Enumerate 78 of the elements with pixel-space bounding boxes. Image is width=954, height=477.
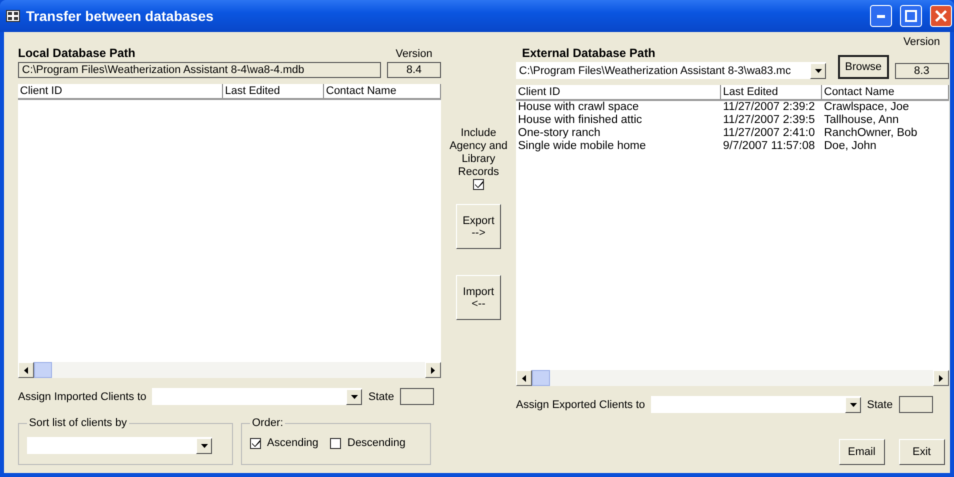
table-cell-text: 11/27/2007 2:41:0: [722, 127, 816, 140]
path-text: C:\Program Files\Weatherization Assistant 8-3\wa83.mc: [519, 64, 792, 76]
client-list[interactable]: Client ID Last Edited Contact Name: [18, 84, 441, 362]
version-field: 8.3: [894, 62, 949, 78]
state-label: State: [368, 390, 394, 402]
group-legend: Sort list of clients by: [27, 417, 129, 429]
table-cell-text: Doe, John: [823, 140, 878, 153]
scroll-left-button[interactable]: [516, 370, 532, 386]
dropdown-button[interactable]: [810, 62, 826, 78]
minimize-button[interactable]: [870, 5, 892, 27]
minimize-icon: [877, 14, 885, 18]
assign-label: Assign Imported Clients to: [18, 390, 146, 402]
dropdown-arrow-icon: [850, 402, 857, 406]
client-list[interactable]: [516, 85, 949, 370]
dropdown-button[interactable]: [845, 396, 862, 412]
assign-label: Assign Exported Clients to: [516, 398, 646, 410]
table-cell-text: Crawlspace, Joe: [823, 101, 910, 114]
table-cell-text: One-story ranch: [517, 127, 602, 140]
checkbox[interactable]: [330, 438, 342, 448]
version-label: Version: [902, 36, 942, 48]
checkmark-icon: [252, 440, 260, 446]
horizontal-scrollbar[interactable]: [18, 362, 441, 378]
state-label: State: [867, 398, 893, 410]
table-cell-text: RanchOwner, Bob: [823, 127, 918, 140]
group-legend: Order:: [250, 417, 286, 429]
form-icon: [6, 10, 20, 22]
import-button[interactable]: Import <--: [456, 275, 501, 320]
close-icon: [935, 10, 947, 22]
left-arrow-icon: [23, 366, 29, 374]
version-label: Version: [394, 48, 434, 60]
column-header[interactable]: Last Edited: [223, 84, 324, 98]
version-field: 8.4: [387, 62, 441, 78]
window-title: Transfer between databases: [26, 8, 215, 24]
scroll-thumb[interactable]: [34, 362, 52, 378]
close-button[interactable]: [930, 5, 952, 27]
scroll-right-button[interactable]: [932, 370, 949, 386]
scroll-left-button[interactable]: [18, 362, 34, 378]
table-cell-text: House with finished attic: [517, 114, 644, 127]
checkbox[interactable]: [473, 179, 484, 190]
dropdown-button[interactable]: [196, 438, 212, 454]
table-cell-text: 11/27/2007 2:39:5: [722, 114, 816, 127]
checkbox[interactable]: [250, 438, 261, 448]
combo-box[interactable]: C:\Program Files\Weatherization Assistant 8-3\wa83.mc: [516, 62, 826, 79]
scroll-thumb[interactable]: [532, 370, 550, 386]
table-cell-text: 9/7/2007 11:57:08: [722, 140, 816, 153]
column-header[interactable]: Contact Name: [324, 84, 441, 98]
right-arrow-icon: [430, 366, 436, 374]
maximize-icon: [905, 10, 917, 22]
section-heading: Local Database Path: [18, 46, 136, 60]
section-heading: External Database Path: [522, 46, 656, 60]
maximize-button[interactable]: [900, 5, 922, 27]
state-field[interactable]: [400, 388, 434, 405]
scroll-right-button[interactable]: [425, 362, 441, 378]
checkmark-icon: [474, 181, 482, 188]
right-arrow-icon: [938, 374, 944, 382]
column-header[interactable]: Last Edited: [721, 85, 822, 99]
path-field: C:\Program Files\Weatherization Assistant 8-4\wa8-4.mdb: [18, 62, 381, 78]
table-cell-text: 11/27/2007 2:39:2: [722, 101, 816, 114]
browse-button[interactable]: Browse: [838, 54, 889, 78]
dropdown-arrow-icon: [814, 68, 822, 72]
state-field[interactable]: [898, 396, 933, 413]
dropdown-arrow-icon: [200, 444, 208, 448]
checkbox-label: Ascending: [267, 437, 318, 449]
horizontal-scrollbar[interactable]: [516, 370, 949, 386]
column-header[interactable]: Contact Name: [822, 85, 949, 99]
export-button[interactable]: Export -->: [456, 204, 501, 249]
table-cell-text: Tallhouse, Ann: [823, 114, 900, 127]
dropdown-button[interactable]: [346, 388, 362, 404]
include-label: Include Agency and Library Records: [448, 127, 508, 179]
checkbox-label: Descending: [347, 437, 406, 449]
table-cell-text: Single wide mobile home: [517, 140, 647, 153]
dialog-button[interactable]: Exit: [898, 439, 945, 465]
column-header[interactable]: Client ID: [18, 84, 223, 98]
table-cell-text: House with crawl space: [517, 101, 640, 114]
left-arrow-icon: [521, 374, 527, 382]
column-header[interactable]: Client ID: [516, 85, 721, 99]
dropdown-arrow-icon: [350, 394, 358, 398]
dialog-button[interactable]: Email: [838, 439, 885, 465]
